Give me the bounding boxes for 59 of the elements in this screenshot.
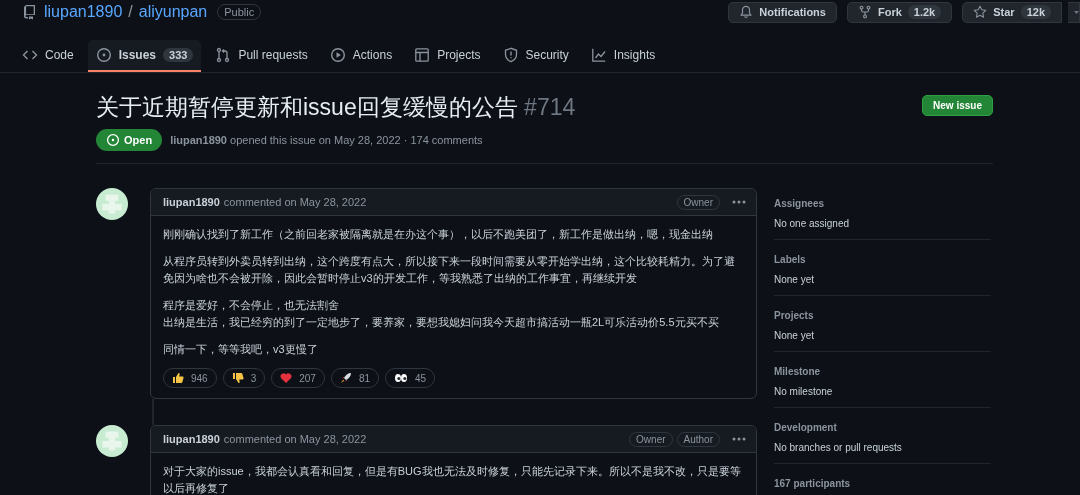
repo-name-link[interactable]: aliyunpan: [138, 3, 208, 21]
graph-icon: [590, 47, 607, 63]
eyes-icon: [394, 372, 409, 384]
repo-tab[interactable]: Pull requests: [207, 40, 316, 72]
path-separator: /: [128, 3, 133, 21]
user-avatar[interactable]: [96, 188, 128, 220]
issue-state-badge: Open: [96, 129, 163, 151]
issue-meta-text: liupan1890 opened this issue on May 28, 2022 · 174 comments: [170, 134, 483, 146]
sidebar-heading[interactable]: Assignees: [774, 198, 991, 209]
sidebar-value: No one assigned: [774, 218, 851, 229]
pull-request-icon: [215, 47, 232, 63]
comment-date: commented on May 28, 2022: [223, 196, 367, 208]
repo-tab[interactable]: Security: [494, 40, 577, 72]
user-avatar[interactable]: [96, 425, 128, 457]
sidebar-heading[interactable]: Projects: [774, 310, 991, 321]
caret-icon: [1074, 9, 1079, 15]
repo-tab[interactable]: Code: [14, 40, 82, 72]
thumbs-down-icon: [231, 372, 244, 384]
issue-icon: [95, 47, 112, 63]
comment-text-line: 程序是爱好，不会停止，也无法割舍: [163, 298, 340, 313]
rocket-icon: [339, 372, 352, 384]
sidebar-heading[interactable]: 167 participants: [774, 478, 991, 489]
shield-icon: [502, 47, 519, 63]
heart-icon: [280, 372, 293, 384]
comment-text-line: 出纳是生活，我已经穷的到了一定地步了，要养家，要想我媳妇问我今天超市搞活动一瓶2L可乐活动价5.5元买不买: [163, 315, 720, 330]
sidebar-value: None yet: [774, 330, 816, 341]
repo-tab[interactable]: Actions: [321, 40, 401, 72]
issue-title: 关于近期暂停更新和issue回复缓慢的公告 #714: [96, 93, 577, 122]
new-issue-button[interactable]: New issue: [922, 95, 993, 116]
table-icon: [414, 47, 431, 63]
sidebar-heading[interactable]: Milestone: [774, 366, 991, 377]
repository-icon: [22, 4, 38, 20]
fork-icon: [857, 5, 872, 19]
more-options-icon[interactable]: [732, 200, 746, 204]
comment-text-line: 同情一下，等等我吧，v3更慢了: [163, 342, 319, 357]
repo-action-button[interactable]: Star 12k: [962, 1, 1062, 23]
repo-tab[interactable]: Projects: [406, 40, 489, 72]
repo-tab[interactable]: Insights: [582, 40, 664, 72]
comment-author-link[interactable]: liupan1890: [163, 433, 220, 445]
star-menu-button[interactable]: [1068, 1, 1080, 23]
bell-icon: [739, 5, 754, 19]
repo-action-button[interactable]: Notifications: [728, 1, 837, 23]
star-icon: [973, 5, 988, 19]
repo-tab[interactable]: Issues 333: [87, 40, 202, 72]
comment-text-line: 对于大家的issue，我都会认真看和回复，但是有BUG我也无法及时修复，只能先记录下来。所以不是我不改，只是要等以后再修复了: [163, 464, 742, 495]
sidebar-value: None yet: [774, 274, 816, 285]
thumbs-up-icon: [172, 372, 184, 384]
sidebar-value: No milestone: [774, 386, 834, 397]
comment-author-link[interactable]: liupan1890: [163, 196, 220, 208]
more-options-icon[interactable]: [732, 437, 746, 441]
sidebar-heading[interactable]: Development: [774, 422, 991, 433]
comment-date: commented on May 28, 2022: [223, 433, 367, 445]
repo-action-button[interactable]: Fork 1.2k: [846, 1, 953, 23]
comment-text-line: 从程序员转到外卖员转到出纳，这个跨度有点大，所以接下来一段时间需要从零开始学出纳，这个比较耗精力。为了避免因为啥也不会被开除，因此会暂时停止v3的开发工作，等我熟悉了出纳的工作事宜，再继续开发: [163, 254, 736, 286]
play-icon: [329, 47, 346, 63]
repo-owner-link[interactable]: liupan1890: [44, 3, 123, 21]
sidebar-value: No branches or pull requests: [774, 442, 903, 453]
comment-text-line: 刚刚确认找到了新工作（之前回老家被隔离就是在办这个事），以后不跑美团了，新工作是做出纳，嗯，现金出纳: [163, 227, 714, 242]
sidebar-heading[interactable]: Labels: [774, 254, 991, 265]
